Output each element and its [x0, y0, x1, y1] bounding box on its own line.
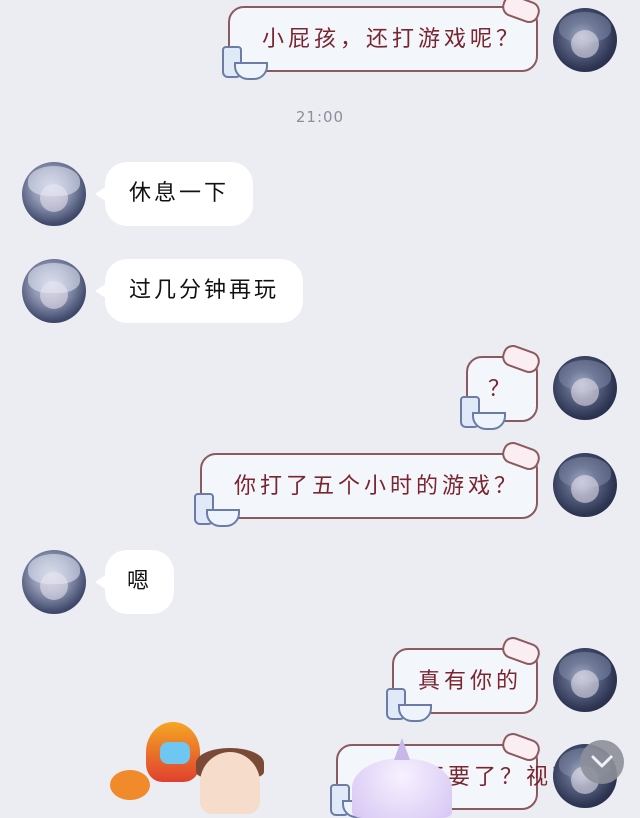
- message-text: 你打了五个小时的游戏？: [234, 474, 521, 499]
- basin-decoration-icon: [398, 704, 432, 722]
- message-bubble-incoming[interactable]: 过几分钟再玩: [94, 259, 304, 323]
- message-text: 嗯: [127, 569, 153, 594]
- avatar-self[interactable]: [553, 648, 617, 712]
- message-bubble-outgoing[interactable]: 你打了五个小时的游戏？: [194, 439, 543, 527]
- avatar-face: [571, 670, 599, 698]
- message-bubble-outgoing[interactable]: 真有你的: [386, 634, 543, 722]
- scroll-to-bottom-button[interactable]: [580, 740, 624, 784]
- avatar-contact[interactable]: [22, 162, 86, 226]
- basin-decoration-icon: [206, 509, 240, 527]
- message-row: ？: [0, 342, 640, 430]
- avatar-self[interactable]: [553, 356, 617, 420]
- message-bubble-incoming[interactable]: 嗯: [94, 550, 175, 614]
- goggles-decoration-icon: [499, 634, 543, 668]
- avatar-self[interactable]: [553, 8, 617, 72]
- goggles-decoration-icon: [499, 0, 543, 26]
- fairy-sticker-icon: [342, 738, 462, 818]
- avatar-face: [571, 378, 599, 406]
- avatar-contact[interactable]: [22, 259, 86, 323]
- message-text: ？: [488, 377, 515, 402]
- message-row: 你打了五个小时的游戏？: [0, 439, 640, 527]
- avatar-face: [40, 184, 68, 212]
- message-row: 眼睛不要了？视不？: [0, 730, 640, 818]
- timestamp: 21:00: [295, 108, 345, 126]
- sticker-flame-tail: [110, 770, 150, 800]
- chevron-down-icon: [591, 755, 613, 768]
- message-row: 真有你的: [0, 634, 640, 722]
- basin-decoration-icon: [472, 412, 506, 430]
- message-text: 真有你的: [418, 669, 523, 694]
- avatar-contact[interactable]: [22, 550, 86, 614]
- avatar-face: [40, 281, 68, 309]
- message-row: 过几分钟再玩: [0, 259, 640, 325]
- basin-decoration-icon: [234, 62, 268, 80]
- fairy-crown: [394, 738, 410, 760]
- avatar-face: [40, 572, 68, 600]
- message-text: 小屁孩，还打游戏呢？: [262, 27, 523, 52]
- sticker-robot-face: [160, 742, 190, 764]
- message-text: 休息一下: [129, 181, 230, 206]
- avatar-face: [571, 30, 599, 58]
- robot-and-boy-sticker-icon: [108, 712, 268, 814]
- message-row: 小屁孩，还打游戏呢？: [0, 0, 640, 80]
- message-bubble-outgoing[interactable]: 小屁孩，还打游戏呢？: [222, 0, 543, 80]
- goggles-decoration-icon: [499, 342, 543, 376]
- message-text: 过几分钟再玩: [129, 278, 280, 303]
- goggles-decoration-icon: [499, 439, 543, 473]
- sticker-boy-face: [200, 752, 260, 814]
- message-row: 嗯: [0, 550, 640, 616]
- avatar-face: [571, 475, 599, 503]
- goggles-decoration-icon: [499, 730, 543, 764]
- message-bubble-outgoing[interactable]: ？: [460, 342, 543, 430]
- message-row: 休息一下: [0, 162, 640, 228]
- avatar-self[interactable]: [553, 453, 617, 517]
- fairy-hair: [352, 758, 452, 818]
- message-bubble-incoming[interactable]: 休息一下: [94, 162, 254, 226]
